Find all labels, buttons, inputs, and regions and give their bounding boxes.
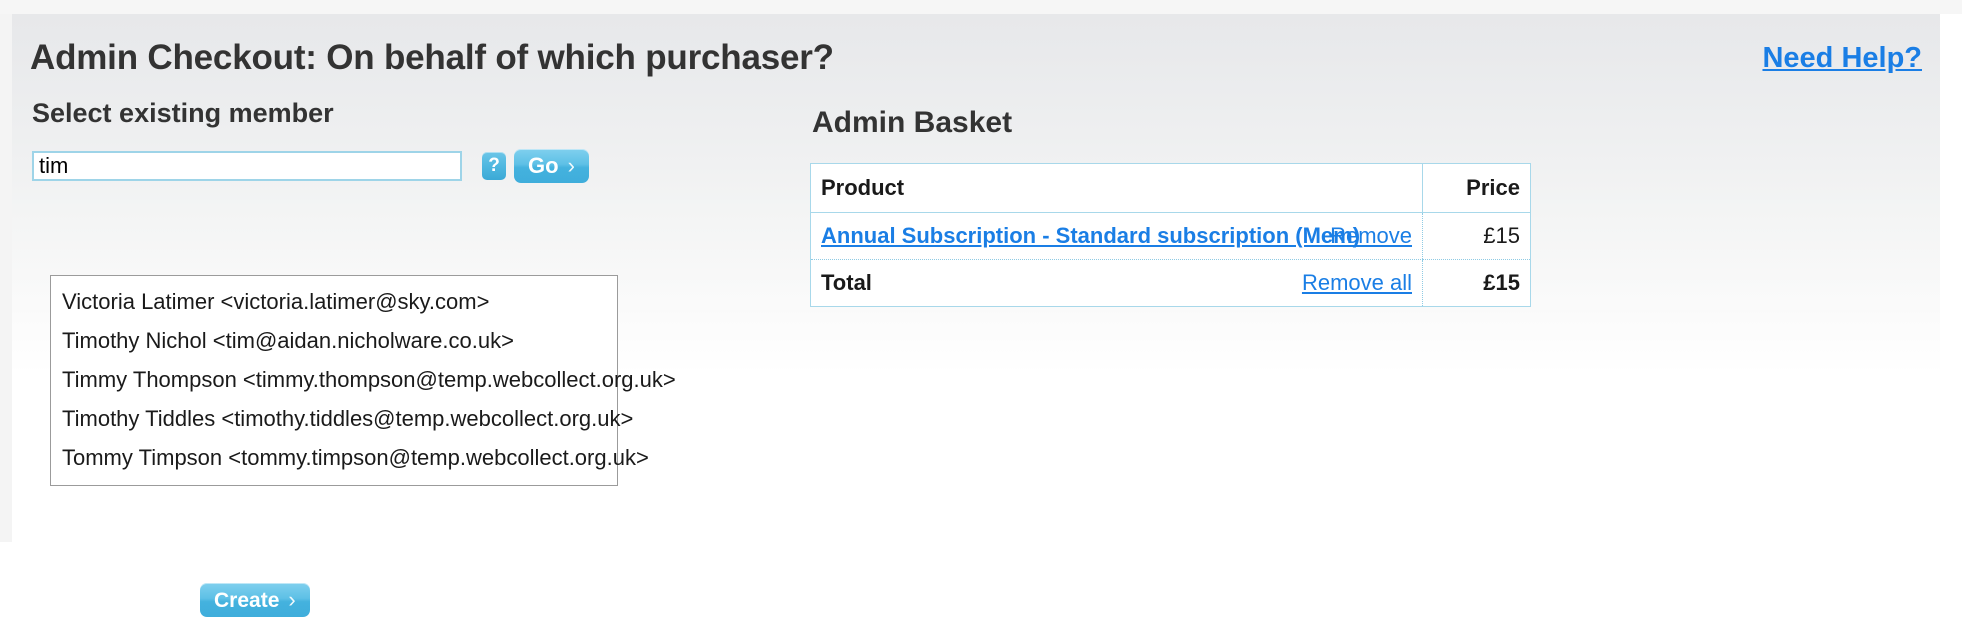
admin-basket-section: Admin Basket Product Price Annual Subscr…	[810, 106, 1920, 307]
page-root: Admin Checkout: On behalf of which purch…	[0, 0, 1962, 617]
total-cell: Total Remove all	[811, 260, 1423, 307]
list-item[interactable]: Tommy Timpson <tommy.timpson@temp.webcol…	[51, 438, 649, 477]
create-button-label: Create	[214, 589, 280, 612]
content-panel: Admin Checkout: On behalf of which purch…	[12, 14, 1940, 617]
total-label: Total	[821, 270, 872, 295]
chevron-right-icon: ›	[567, 153, 575, 178]
table-header-row: Product Price	[810, 163, 1531, 213]
column-header-price: Price	[1422, 163, 1531, 213]
left-gutter	[0, 14, 12, 542]
column-header-product: Product	[810, 163, 1423, 213]
list-item[interactable]: Timothy Tiddles <timothy.tiddles@temp.we…	[51, 399, 633, 438]
remove-all-link[interactable]: Remove all	[1302, 270, 1412, 296]
page-title: Admin Checkout: On behalf of which purch…	[30, 38, 834, 77]
total-price: £15	[1422, 259, 1531, 307]
remove-item-link[interactable]: Remove	[1330, 223, 1412, 249]
member-search-input[interactable]	[32, 151, 462, 181]
table-row-total: Total Remove all £15	[811, 259, 1531, 307]
create-button[interactable]: Create ›	[200, 583, 310, 617]
product-cell: Annual Subscription - Standard subscript…	[810, 212, 1423, 260]
create-row: Create ›	[50, 583, 650, 623]
list-item[interactable]: Timmy Thompson <timmy.thompson@temp.webc…	[51, 360, 676, 399]
member-suggestions-dropdown[interactable]: Victoria Latimer <victoria.latimer@sky.c…	[50, 275, 676, 486]
basket-title: Admin Basket	[812, 106, 1013, 139]
chevron-right-icon: ›	[288, 587, 296, 612]
item-price: £15	[1422, 212, 1531, 260]
list-item[interactable]: Victoria Latimer <victoria.latimer@sky.c…	[51, 282, 617, 321]
top-strip	[0, 0, 1962, 14]
need-help-link[interactable]: Need Help?	[1762, 42, 1922, 75]
table-row: Annual Subscription - Standard subscript…	[810, 212, 1531, 260]
help-question-icon[interactable]: ?	[482, 152, 506, 180]
list-item[interactable]: Timothy Nichol <tim@aidan.nicholware.co.…	[51, 321, 617, 360]
go-button[interactable]: Go ›	[514, 149, 589, 183]
basket-table: Product Price Annual Subscription - Stan…	[810, 163, 1531, 307]
member-search-row: ? Go ›	[32, 149, 810, 187]
section-heading: Select existing member	[32, 98, 334, 128]
right-gutter	[1940, 14, 1962, 542]
header: Admin Checkout: On behalf of which purch…	[30, 38, 1922, 90]
go-button-label: Go	[528, 153, 559, 178]
product-link[interactable]: Annual Subscription - Standard subscript…	[821, 223, 1360, 248]
select-member-section: Select existing member ? Go › Victoria La…	[30, 98, 810, 617]
